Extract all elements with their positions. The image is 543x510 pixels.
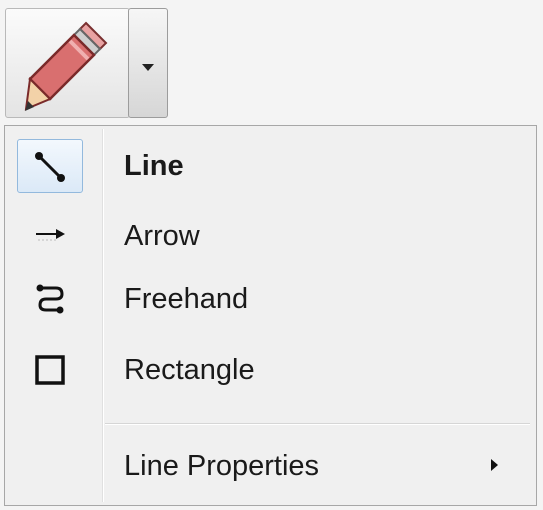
freehand-icon [17, 272, 83, 326]
menu-item-label: Line Properties [124, 450, 320, 482]
menu-item-rectangle[interactable]: Rectangle [5, 340, 536, 400]
submenu-arrow-icon [491, 459, 498, 471]
menu-item-label: Arrow [124, 220, 200, 252]
pencil-tool-button[interactable] [5, 8, 130, 118]
menu-item-label: Rectangle [124, 354, 255, 386]
tool-dropdown-button[interactable] [128, 8, 168, 118]
rectangle-icon [17, 343, 83, 397]
menu-separator [105, 423, 530, 425]
chevron-down-icon [142, 64, 154, 71]
menu-item-label: Line [124, 150, 184, 182]
menu-item-line-properties[interactable]: Line Properties [5, 436, 536, 496]
menu-item-arrow[interactable]: Arrow [5, 206, 536, 266]
line-icon [17, 139, 83, 193]
line-tool-menu: Line Arrow Freehand Rectangle Line Prope… [4, 125, 537, 506]
menu-item-freehand[interactable]: Freehand [5, 269, 536, 329]
menu-item-label: Freehand [124, 283, 249, 315]
arrow-icon [17, 209, 83, 263]
menu-item-line[interactable]: Line [5, 136, 536, 196]
